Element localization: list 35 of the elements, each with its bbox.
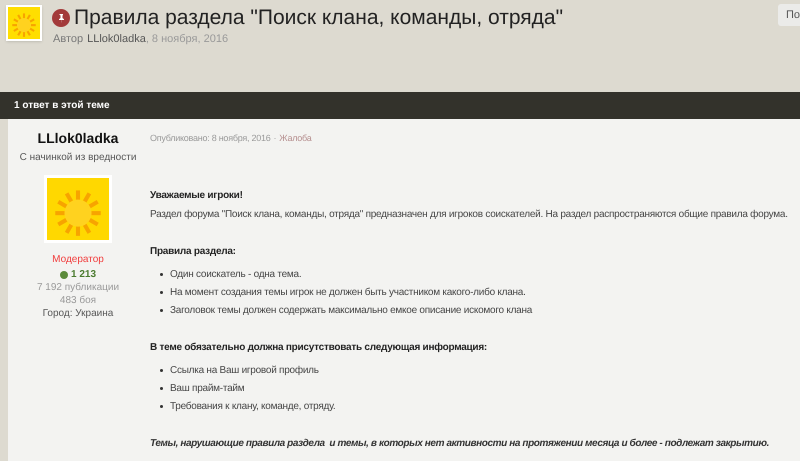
bullet-icon: [160, 308, 163, 312]
section-heading: Правила раздела:: [150, 244, 237, 258]
list-item: Один соискатель - одна тема.: [170, 268, 302, 282]
list-item: Ваш прайм-тайм: [170, 382, 244, 396]
author-label: Автор: [53, 32, 84, 47]
list-item: Ссылка на Ваш игровой профиль: [170, 364, 319, 378]
list-item: Требования к клану, команде, отряду.: [170, 400, 336, 414]
user-role: Модератор: [52, 253, 104, 267]
reputation-count: 1 213: [70, 268, 96, 282]
avatar-picture: [6, 5, 42, 41]
bullet-icon: [160, 290, 163, 294]
plus-icon: [60, 270, 68, 278]
user-avatar: [44, 175, 112, 243]
action-button[interactable]: По: [778, 4, 800, 26]
user-city: Город: Украина: [42, 308, 114, 320]
post-count: 7 192 публикации: [36, 282, 120, 294]
bullet-icon: [160, 368, 163, 372]
bullet-icon: [160, 404, 163, 408]
replies-bar: 1 ответ в этой теме: [0, 92, 800, 119]
author-link[interactable]: LLlok0ladka: [87, 31, 146, 48]
bullet-icon: [160, 386, 163, 390]
section-heading: В теме обязательно должна присутствовать следующая информация:: [150, 340, 488, 354]
user-title: С начинкой из вредности: [20, 151, 136, 165]
post-date: Опубликовано: 8 ноября, 2016: [150, 132, 271, 145]
closing-note: Темы, нарушающие правила раздела и темы, в которых нет активности на протяжении месяца и более - подлежат закрытию.: [150, 436, 770, 450]
topic-title: Правила раздела "Поиск клана, команды, отряда": [74, 5, 564, 31]
list-item: Заголовок темы должен содержать максимально емкое описание искомого клана: [170, 304, 532, 318]
topic-date: , 8 ноября, 2016: [146, 32, 228, 47]
section-heading: Уважаемые игроки!: [150, 188, 244, 202]
bullet-icon: [160, 272, 163, 276]
separator: ·: [274, 132, 276, 145]
list-item: На момент создания темы игрок не должен быть участником какого-либо клана.: [170, 286, 526, 300]
paragraph: Раздел форума "Поиск клана, команды, отряда" предназначен для игроков соискателей. На раздел распространяются общие правила форума.: [150, 208, 789, 222]
username[interactable]: LLlok0ladka: [38, 129, 118, 147]
battle-count: 483 боя: [60, 295, 96, 307]
